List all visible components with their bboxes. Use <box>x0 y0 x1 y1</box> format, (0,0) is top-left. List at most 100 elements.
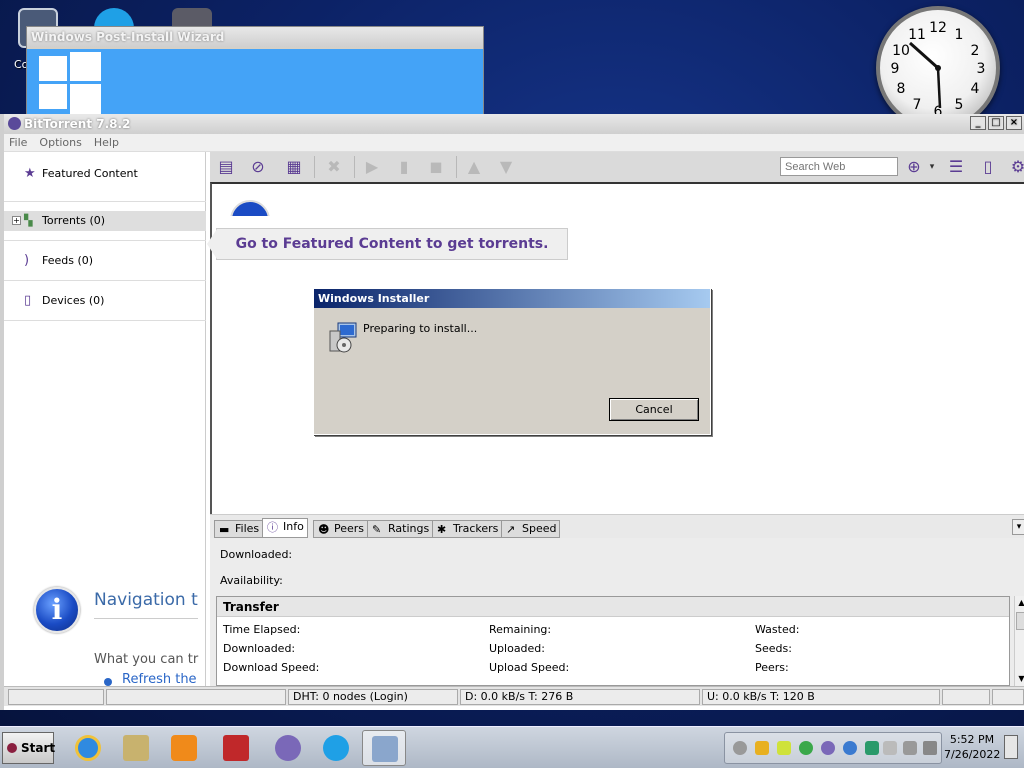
clock-number-2: 2 <box>971 43 980 59</box>
sidebar-divider <box>4 201 206 202</box>
info-icon: i <box>34 587 80 633</box>
download-status[interactable]: D: 0.0 kB/s T: 276 B <box>460 689 700 705</box>
scroll-up-icon[interactable]: ▲ <box>1015 596 1024 610</box>
clock-number-3: 3 <box>977 61 986 77</box>
menu-file[interactable]: File <box>9 134 27 151</box>
tray-bittorrent-icon[interactable] <box>821 741 835 755</box>
tab-info[interactable]: ⓘ Info <box>262 518 308 538</box>
bullet-icon <box>104 678 112 686</box>
cancel-button[interactable]: Cancel <box>609 398 699 421</box>
uploaded-label: Uploaded: <box>489 642 545 655</box>
tray-smiley-icon[interactable] <box>733 741 747 755</box>
nav-heading: Navigation t <box>94 590 198 610</box>
sidebar-item-devices[interactable]: ▯ Devices (0) <box>4 291 206 311</box>
upload-speed-label: Upload Speed: <box>489 661 570 674</box>
info-scrollbar[interactable]: ▲ ▼ <box>1014 596 1024 686</box>
download-speed-label: Download Speed: <box>223 661 320 674</box>
clock-gadget: 12 1 2 3 4 5 6 7 8 9 10 11 <box>876 6 1000 130</box>
close-button[interactable]: × <box>1006 116 1022 130</box>
move-up-icon[interactable]: ▲ <box>464 157 484 177</box>
tray-keys-icon[interactable] <box>755 741 769 755</box>
menu-bar: File Options Help <box>4 134 1024 152</box>
sidebar-item-feeds[interactable]: ) Feeds (0) <box>4 251 206 271</box>
remove-icon[interactable]: ✖ <box>324 157 344 177</box>
nav-divider <box>94 618 198 619</box>
remote-icon[interactable]: ▯ <box>978 157 998 177</box>
tray-network-icon[interactable] <box>903 741 917 755</box>
info-icon <box>230 200 270 216</box>
chevron-down-icon[interactable]: ▾ <box>922 157 942 177</box>
wasted-label: Wasted: <box>755 623 800 636</box>
shield-icon <box>223 735 249 761</box>
taskbar-security[interactable] <box>214 730 258 766</box>
status-cell-empty <box>992 689 1024 705</box>
tab-label: Info <box>283 520 304 533</box>
tray-note-icon[interactable] <box>777 741 791 755</box>
sidebar-item-featured[interactable]: ★ Featured Content <box>4 164 206 184</box>
search-engine-icon[interactable]: ⊕ <box>904 157 924 177</box>
tab-label: Speed <box>522 522 557 535</box>
taskbar-clock[interactable]: 5:52 PM 7/26/2022 <box>944 732 1000 764</box>
clock-number-7: 7 <box>913 97 922 113</box>
star-icon: ★ <box>24 166 36 181</box>
menu-options[interactable]: Options <box>39 134 81 151</box>
create-torrent-icon[interactable]: ▦ <box>284 157 304 177</box>
add-url-icon[interactable]: ⊘ <box>248 157 268 177</box>
minimize-button[interactable]: _ <box>970 116 986 130</box>
dht-status[interactable]: DHT: 0 nodes (Login) <box>288 689 458 705</box>
menu-help[interactable]: Help <box>94 134 119 151</box>
pause-icon[interactable]: ▮ <box>394 157 414 177</box>
status-cell-empty <box>106 689 286 705</box>
tab-label: Files <box>235 522 260 535</box>
scroll-thumb[interactable] <box>1016 612 1024 630</box>
expand-toggle[interactable]: + <box>12 216 21 225</box>
move-down-icon[interactable]: ▼ <box>496 157 516 177</box>
chevron-down-icon[interactable]: ▾ <box>1012 519 1024 535</box>
taskbar-ie[interactable] <box>66 730 110 766</box>
tray-action-center-icon[interactable] <box>883 741 897 755</box>
tab-speed[interactable]: ↗ Speed <box>501 520 561 538</box>
taskbar-installer[interactable] <box>362 730 406 766</box>
taskbar-bittorrent[interactable] <box>266 730 310 766</box>
maximize-button[interactable]: □ <box>988 116 1004 130</box>
tab-peers[interactable]: ☻ Peers <box>313 520 369 538</box>
transfer-section: Transfer Time Elapsed: Downloaded: Downl… <box>216 596 1010 686</box>
volume-icon[interactable] <box>923 741 937 755</box>
speed-icon: ↗ <box>506 523 516 536</box>
scroll-down-icon[interactable]: ▼ <box>1015 672 1024 686</box>
windows-installer-dialog[interactable]: Windows Installer Preparing to install..… <box>313 288 711 435</box>
tray-cloud-icon[interactable] <box>865 741 879 755</box>
ratings-icon: ✎ <box>372 523 382 536</box>
tab-ratings[interactable]: ✎ Ratings <box>367 520 434 538</box>
stop-icon[interactable]: ◼ <box>426 157 446 177</box>
post-install-wizard-window[interactable]: Windows Post-Install Wizard <box>26 26 484 115</box>
sidebar-item-torrents[interactable]: + ▚ Torrents (0) <box>4 211 206 231</box>
peers-icon: ☻ <box>318 523 330 536</box>
show-desktop-button[interactable] <box>1004 735 1018 759</box>
featured-content-banner[interactable]: Go to Featured Content to get torrents. <box>207 228 568 260</box>
taskbar-media-player[interactable] <box>162 730 206 766</box>
clock-number-9: 9 <box>891 61 900 77</box>
info-panel: Downloaded: Availability: Transfer Time … <box>210 538 1024 686</box>
search-input[interactable] <box>780 157 898 176</box>
add-torrent-icon[interactable]: ▤ <box>216 157 236 177</box>
taskbar-explorer[interactable] <box>114 730 158 766</box>
start-button[interactable]: Start <box>2 732 55 764</box>
utorrent-icon[interactable] <box>799 741 813 755</box>
list-view-icon[interactable]: ☰ <box>946 157 966 177</box>
torrents-icon: ▚ <box>24 214 33 227</box>
windows-orb-icon <box>7 743 17 753</box>
wizard-title: Windows Post-Install Wizard <box>27 27 483 47</box>
tab-trackers[interactable]: ✱ Trackers <box>432 520 503 538</box>
gear-icon[interactable]: ⚙ <box>1008 157 1024 177</box>
toolbar: ▤ ⊘ ▦ ✖ ▶ ▮ ◼ ▲ ▼ ⊕ ▾ ☰ ▯ ⚙ <box>210 152 1024 182</box>
refresh-link[interactable]: Refresh the <box>122 672 206 687</box>
bittorrent-titlebar[interactable]: BitTorrent 7.8.2 _ □ × <box>4 114 1024 134</box>
tab-files[interactable]: ▬ Files <box>214 520 264 538</box>
taskbar-skype[interactable] <box>314 730 358 766</box>
sidebar-item-label: Devices (0) <box>42 294 105 307</box>
taskbar: Start 5:52 PM 7/26/2022 <box>0 726 1024 768</box>
upload-status[interactable]: U: 0.0 kB/s T: 120 B <box>702 689 940 705</box>
tray-update-icon[interactable] <box>843 741 857 755</box>
start-icon[interactable]: ▶ <box>362 157 382 177</box>
